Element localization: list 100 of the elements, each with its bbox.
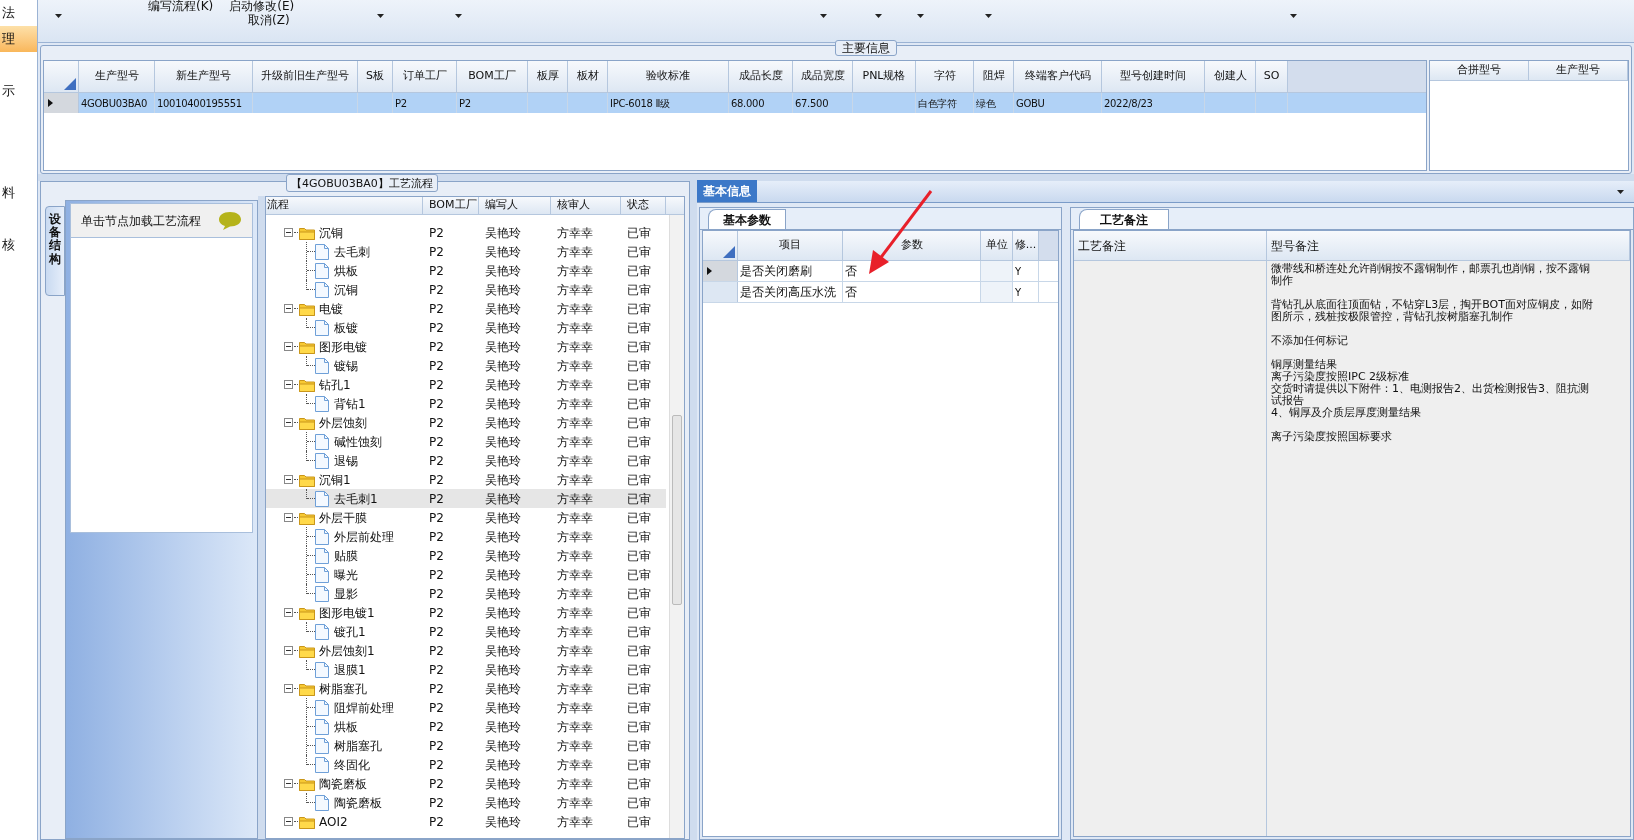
tree-row[interactable]: 板镀 P2 吴艳玲 方幸幸 已审 — [266, 318, 666, 337]
tree-row[interactable]: 外层干膜 P2 吴艳玲 方幸幸 已审 — [266, 508, 666, 527]
column-header[interactable]: 生产型号 — [1529, 61, 1628, 80]
column-header[interactable]: S板 — [358, 61, 393, 92]
tree-row[interactable]: 外层前处理 P2 吴艳玲 方幸幸 已审 — [266, 527, 666, 546]
tab[interactable]: 基本信息 — [697, 180, 757, 202]
tree-row[interactable]: 树脂塞孔 P2 吴艳玲 方幸幸 已审 — [266, 736, 666, 755]
column-header[interactable]: 编写人 — [479, 197, 551, 214]
tree-row[interactable]: 阻焊前处理 P2 吴艳玲 方幸幸 已审 — [266, 698, 666, 717]
tree-row[interactable]: 陶瓷磨板 P2 吴艳玲 方幸幸 已审 — [266, 774, 666, 793]
column-header[interactable]: 板厚 — [528, 61, 568, 92]
column-header[interactable]: PNL规格 — [853, 61, 916, 92]
tree-row[interactable]: 外层蚀刻 P2 吴艳玲 方幸幸 已审 — [266, 413, 666, 432]
collapse-icon[interactable] — [284, 817, 293, 826]
tree-row[interactable]: 去毛刺 P2 吴艳玲 方幸幸 已审 — [266, 242, 666, 261]
column-header[interactable]: 验收标准 — [608, 61, 729, 92]
column-header[interactable]: 终端客户代码 — [1014, 61, 1102, 92]
column-header[interactable]: 状态 — [621, 197, 666, 214]
ribbon-command[interactable]: 取消(Z) — [248, 13, 295, 27]
collapse-icon[interactable] — [284, 646, 293, 655]
collapse-icon[interactable] — [284, 684, 293, 693]
column-header[interactable]: 生产型号 — [79, 61, 155, 92]
column-header[interactable]: 合拼型号 — [1430, 61, 1529, 80]
caret-icon[interactable] — [455, 14, 463, 18]
tree-row[interactable]: 贴膜 P2 吴艳玲 方幸幸 已审 — [266, 546, 666, 565]
collapse-icon[interactable] — [284, 608, 293, 617]
tree-row[interactable]: 烘板 P2 吴艳玲 方幸幸 已审 — [266, 261, 666, 280]
tree-row[interactable]: 镀孔1 P2 吴艳玲 方幸幸 已审 — [266, 622, 666, 641]
collapse-icon[interactable] — [284, 380, 293, 389]
column-header[interactable]: 工艺备注 — [1074, 231, 1267, 260]
sidebar-item[interactable]: 示 — [0, 78, 37, 104]
tree-row[interactable]: 沉铜 P2 吴艳玲 方幸幸 已审 — [266, 223, 666, 242]
column-header[interactable]: 核审人 — [551, 197, 621, 214]
column-header[interactable]: 成品长度 — [729, 61, 793, 92]
tree-row[interactable]: 背钻1 P2 吴艳玲 方幸幸 已审 — [266, 394, 666, 413]
tree-row[interactable]: 外层蚀刻1 P2 吴艳玲 方幸幸 已审 — [266, 641, 666, 660]
column-header[interactable]: 单位 — [981, 231, 1013, 260]
column-header[interactable]: 型号备注 — [1267, 231, 1630, 260]
ribbon-command[interactable]: 启动修改(E) — [229, 0, 295, 13]
sidebar-item[interactable]: 核 — [0, 232, 37, 258]
tree-row[interactable]: 去毛刺1 P2 吴艳玲 方幸幸 已审 — [266, 489, 666, 508]
column-header[interactable]: 字符 — [916, 61, 974, 92]
tree-row[interactable]: 图形电镀 P2 吴艳玲 方幸幸 已审 — [266, 337, 666, 356]
caret-icon[interactable] — [54, 14, 62, 18]
tree-row[interactable]: 退膜1 P2 吴艳玲 方幸幸 已审 — [266, 660, 666, 679]
scrollbar[interactable] — [669, 215, 684, 838]
caret-icon[interactable] — [820, 14, 828, 18]
collapse-icon[interactable] — [284, 342, 293, 351]
column-header[interactable]: 型号创建时间 — [1102, 61, 1205, 92]
collapse-icon[interactable] — [284, 304, 293, 313]
collapse-icon[interactable] — [284, 779, 293, 788]
tree-row[interactable]: 曝光 P2 吴艳玲 方幸幸 已审 — [266, 565, 666, 584]
collapse-icon[interactable] — [284, 475, 293, 484]
tree-row[interactable]: 终固化 P2 吴艳玲 方幸幸 已审 — [266, 755, 666, 774]
tree-row[interactable]: 烘板 P2 吴艳玲 方幸幸 已审 — [266, 717, 666, 736]
caret-icon[interactable] — [985, 14, 993, 18]
table-row[interactable]: 4GOBU03BA0 10010400195551 P2 P2 IPC-6018 Ⅱ级 68.000 67.500 白色字符 绿色 GOBU 2022/8/23 — [44, 93, 1426, 113]
column-header[interactable]: 新生产型号 — [155, 61, 253, 92]
sidebar-item[interactable]: 料 — [0, 180, 37, 206]
tree-row[interactable]: 显影 P2 吴艳玲 方幸幸 已审 — [266, 584, 666, 603]
side-tab[interactable]: 设备结构 — [45, 206, 65, 296]
caret-icon[interactable] — [1290, 14, 1298, 18]
column-header[interactable]: 成品宽度 — [793, 61, 853, 92]
caret-icon[interactable] — [875, 14, 883, 18]
model-notes-field[interactable]: 微带线和桥连处允许削铜按不露铜制作，邮票孔也削铜，按不露铜制作 背钻孔从底面往顶面钻，不钻穿L3层，掏开BOT面对应铜皮，如附图所示，残桩按极限管控，背钻孔按树脂塞孔制作 不添加任何标记 铜厚测量结果 离子污染度按照IPC 2级标准 交货时请提供以下附件：1、电测报告2、出货检测报告3、阻抗测试报告 4、铜厚及介质层厚度测量结果 离子污染度按照国标要求 — [1267, 261, 1630, 836]
column-header[interactable]: 创建人 — [1205, 61, 1256, 92]
collapse-icon[interactable] — [284, 418, 293, 427]
caret-icon[interactable] — [377, 14, 385, 18]
ribbon-command[interactable]: 编写流程(K) — [148, 0, 214, 13]
tree-row[interactable]: 碱性蚀刻 P2 吴艳玲 方幸幸 已审 — [266, 432, 666, 451]
column-header[interactable]: 阻焊 — [974, 61, 1014, 92]
table-row[interactable]: 是否关闭高压水洗 否 Y — [703, 282, 1058, 303]
caret-icon[interactable] — [917, 14, 925, 18]
column-header[interactable]: 板材 — [568, 61, 608, 92]
caret-icon[interactable] — [1617, 190, 1624, 194]
tree-row[interactable]: 树脂塞孔 P2 吴艳玲 方幸幸 已审 — [266, 679, 666, 698]
sub-tab[interactable]: 基本参数 — [708, 209, 786, 229]
sub-tab[interactable]: 工艺备注 — [1079, 209, 1169, 229]
tree-row[interactable]: AOI2 P2 吴艳玲 方幸幸 已审 — [266, 812, 666, 831]
collapse-icon[interactable] — [284, 513, 293, 522]
tree-row[interactable]: 沉铜 P2 吴艳玲 方幸幸 已审 — [266, 280, 666, 299]
tree-row[interactable]: 退锡 P2 吴艳玲 方幸幸 已审 — [266, 451, 666, 470]
tree-row[interactable]: 沉铜1 P2 吴艳玲 方幸幸 已审 — [266, 470, 666, 489]
note-line: 不添加任何标记 — [1271, 335, 1349, 347]
collapse-icon[interactable] — [284, 228, 293, 237]
tree-node-label: 陶瓷磨板 — [319, 775, 367, 793]
tree-row[interactable]: 钻孔1 P2 吴艳玲 方幸幸 已审 — [266, 375, 666, 394]
column-header[interactable]: 流程 — [266, 197, 423, 214]
tree-row[interactable]: 陶瓷磨板 P2 吴艳玲 方幸幸 已审 — [266, 793, 666, 812]
column-header[interactable]: 订单工厂 — [393, 61, 457, 92]
column-header[interactable]: BOM工厂 — [457, 61, 528, 92]
column-header[interactable]: 升级前旧生产型号 — [253, 61, 358, 92]
column-header[interactable]: 项目 — [738, 231, 843, 260]
tree-row[interactable]: 镀锡 P2 吴艳玲 方幸幸 已审 — [266, 356, 666, 375]
column-header[interactable]: BOM工厂 — [423, 197, 479, 214]
process-notes-field[interactable] — [1074, 261, 1267, 836]
sidebar-item[interactable]: 法 — [0, 0, 37, 26]
sidebar-item[interactable]: 理 — [0, 26, 37, 52]
tree-row[interactable]: 图形电镀1 P2 吴艳玲 方幸幸 已审 — [266, 603, 666, 622]
tree-row[interactable]: 电镀 P2 吴艳玲 方幸幸 已审 — [266, 299, 666, 318]
